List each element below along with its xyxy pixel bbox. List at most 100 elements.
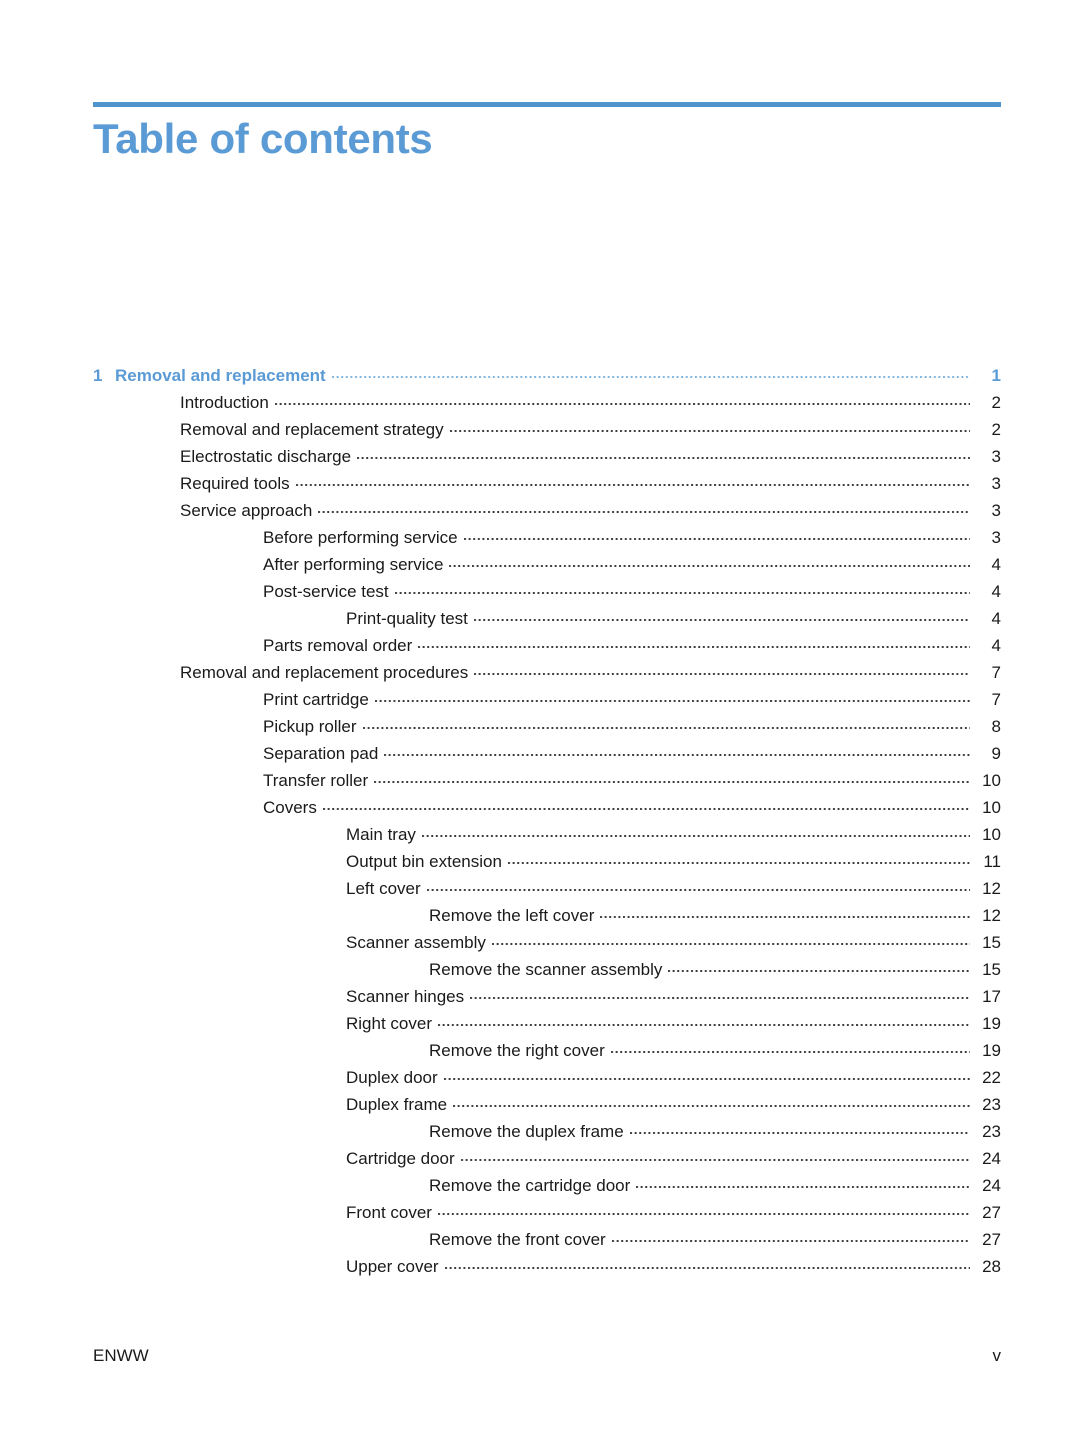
toc-entry[interactable]: Transfer roller 10 bbox=[93, 767, 1001, 794]
toc-entry-page-number: 15 bbox=[982, 933, 1001, 952]
toc-entry-label: Service approach bbox=[180, 501, 313, 520]
toc-entry-page-number: 3 bbox=[991, 474, 1001, 493]
toc-entry-page-number: 15 bbox=[982, 960, 1001, 979]
toc-dot-leader bbox=[362, 715, 970, 732]
toc-entry-page-number: 22 bbox=[982, 1068, 1001, 1087]
toc-entry[interactable]: Main tray 10 bbox=[93, 821, 1001, 848]
toc-entry[interactable]: Post-service test 4 bbox=[93, 578, 1001, 605]
toc-entry[interactable]: Duplex frame 23 bbox=[93, 1091, 1001, 1118]
toc-entry-label: Front cover bbox=[346, 1203, 432, 1222]
toc-entry-page-number: 23 bbox=[982, 1095, 1001, 1114]
toc-entry-label: Scanner assembly bbox=[346, 933, 486, 952]
toc-entry-label: Remove the right cover bbox=[429, 1041, 605, 1060]
toc-entry[interactable]: Right cover 19 bbox=[93, 1010, 1001, 1037]
toc-entry[interactable]: Remove the duplex frame 23 bbox=[93, 1118, 1001, 1145]
toc-entry[interactable]: Remove the front cover 27 bbox=[93, 1226, 1001, 1253]
toc-dot-leader bbox=[394, 580, 970, 597]
toc-entry-page-number: 12 bbox=[982, 879, 1001, 898]
toc-entry[interactable]: Service approach 3 bbox=[93, 497, 1001, 524]
toc-dot-leader bbox=[629, 1120, 970, 1137]
toc-dot-leader bbox=[611, 1228, 970, 1245]
toc-entry[interactable]: Removal and replacement strategy 2 bbox=[93, 416, 1001, 443]
toc-entry[interactable]: Parts removal order 4 bbox=[93, 632, 1001, 659]
toc-entry-page-number: 19 bbox=[982, 1041, 1001, 1060]
toc-entry-label: After performing service bbox=[263, 555, 444, 574]
title-block: Table of contents bbox=[93, 102, 1001, 162]
toc-entry[interactable]: Print-quality test 4 bbox=[93, 605, 1001, 632]
toc-entry[interactable]: Electrostatic discharge 3 bbox=[93, 443, 1001, 470]
toc-chapter-entry[interactable]: 1 Removal and replacement 1 bbox=[93, 362, 1001, 389]
toc-entry[interactable]: Pickup roller 8 bbox=[93, 713, 1001, 740]
toc-dot-leader bbox=[418, 634, 970, 651]
toc-entry[interactable]: Required tools 3 bbox=[93, 470, 1001, 497]
toc-entry-label: Remove the duplex frame bbox=[429, 1122, 624, 1141]
toc-entry-label: Duplex frame bbox=[346, 1095, 448, 1114]
toc-entry-page-number: 7 bbox=[991, 663, 1001, 682]
toc-entry-label: Print cartridge bbox=[263, 690, 369, 709]
toc-entry[interactable]: Separation pad 9 bbox=[93, 740, 1001, 767]
toc-dot-leader bbox=[437, 1012, 970, 1029]
toc-entry-label: Print-quality test bbox=[346, 609, 468, 628]
toc-dot-leader bbox=[426, 877, 970, 894]
toc-entry[interactable]: Duplex door 22 bbox=[93, 1064, 1001, 1091]
toc-entry-page-number: 17 bbox=[982, 987, 1001, 1006]
toc-entry[interactable]: Remove the cartridge door 24 bbox=[93, 1172, 1001, 1199]
toc-dot-leader bbox=[357, 445, 970, 462]
toc-entry-label: Cartridge door bbox=[346, 1149, 455, 1168]
footer-left-text: ENWW bbox=[93, 1346, 149, 1365]
toc-entry-page-number: 2 bbox=[991, 393, 1001, 412]
toc-entry-page-number: 27 bbox=[982, 1230, 1001, 1249]
table-of-contents: 1 Removal and replacement 1 Introduction 2 Re… bbox=[93, 362, 1001, 1280]
toc-entry-label: Transfer roller bbox=[263, 771, 369, 790]
toc-entry-page-number: 3 bbox=[991, 447, 1001, 466]
toc-dot-leader bbox=[470, 985, 970, 1002]
toc-dot-leader bbox=[374, 769, 970, 786]
toc-entry-page-number: 10 bbox=[982, 798, 1001, 817]
toc-entry[interactable]: Output bin extension 11 bbox=[93, 848, 1001, 875]
toc-entry-label: Scanner hinges bbox=[346, 987, 465, 1006]
toc-dot-leader bbox=[610, 1039, 970, 1056]
toc-entry[interactable]: Cartridge door 24 bbox=[93, 1145, 1001, 1172]
toc-entry-label: Duplex door bbox=[346, 1068, 438, 1087]
toc-entry-label: Removal and replacement procedures bbox=[180, 663, 469, 682]
toc-entry-label: Main tray bbox=[346, 825, 416, 844]
toc-dot-leader bbox=[453, 1093, 970, 1110]
toc-entry-label: Remove the scanner assembly bbox=[429, 960, 663, 979]
toc-entry-label: Remove the front cover bbox=[429, 1230, 606, 1249]
toc-dot-leader bbox=[421, 823, 970, 840]
toc-entry[interactable]: Removal and replacement procedures 7 bbox=[93, 659, 1001, 686]
toc-entry[interactable]: Scanner hinges 17 bbox=[93, 983, 1001, 1010]
toc-entry[interactable]: Remove the scanner assembly 15 bbox=[93, 956, 1001, 983]
toc-dot-leader bbox=[460, 1147, 970, 1164]
toc-entry[interactable]: Print cartridge 7 bbox=[93, 686, 1001, 713]
toc-entry-label: Parts removal order bbox=[263, 636, 413, 655]
toc-entry[interactable]: After performing service 4 bbox=[93, 551, 1001, 578]
page-title: Table of contents bbox=[93, 115, 433, 162]
toc-entry[interactable]: Remove the left cover 12 bbox=[93, 902, 1001, 929]
toc-entry-page-number: 23 bbox=[982, 1122, 1001, 1141]
toc-entry-label: Electrostatic discharge bbox=[180, 447, 352, 466]
toc-dot-leader bbox=[600, 904, 970, 921]
toc-entry[interactable]: Covers 10 bbox=[93, 794, 1001, 821]
toc-entry-label: Covers bbox=[263, 798, 317, 817]
toc-entry[interactable]: Scanner assembly 15 bbox=[93, 929, 1001, 956]
toc-entry-number: 1 bbox=[93, 366, 103, 385]
toc-entry-page-number: 24 bbox=[982, 1149, 1001, 1168]
toc-entry-label: Right cover bbox=[346, 1014, 432, 1033]
toc-dot-leader bbox=[668, 958, 970, 975]
toc-dot-leader bbox=[374, 688, 970, 705]
toc-entry-label: Remove the cartridge door bbox=[429, 1176, 631, 1195]
toc-entry[interactable]: Left cover 12 bbox=[93, 875, 1001, 902]
toc-entry-page-number: 28 bbox=[982, 1257, 1001, 1276]
toc-entry[interactable]: Before performing service 3 bbox=[93, 524, 1001, 551]
toc-entry[interactable]: Introduction 2 bbox=[93, 389, 1001, 416]
toc-entry[interactable]: Upper cover 28 bbox=[93, 1253, 1001, 1280]
toc-entry[interactable]: Remove the right cover 19 bbox=[93, 1037, 1001, 1064]
toc-entry-page-number: 3 bbox=[991, 501, 1001, 520]
toc-dot-leader bbox=[636, 1174, 970, 1191]
toc-dot-leader bbox=[295, 472, 970, 489]
toc-dot-leader bbox=[507, 850, 970, 867]
toc-entry-label: Before performing service bbox=[263, 528, 458, 547]
toc-entry-page-number: 9 bbox=[991, 744, 1001, 763]
toc-entry[interactable]: Front cover 27 bbox=[93, 1199, 1001, 1226]
